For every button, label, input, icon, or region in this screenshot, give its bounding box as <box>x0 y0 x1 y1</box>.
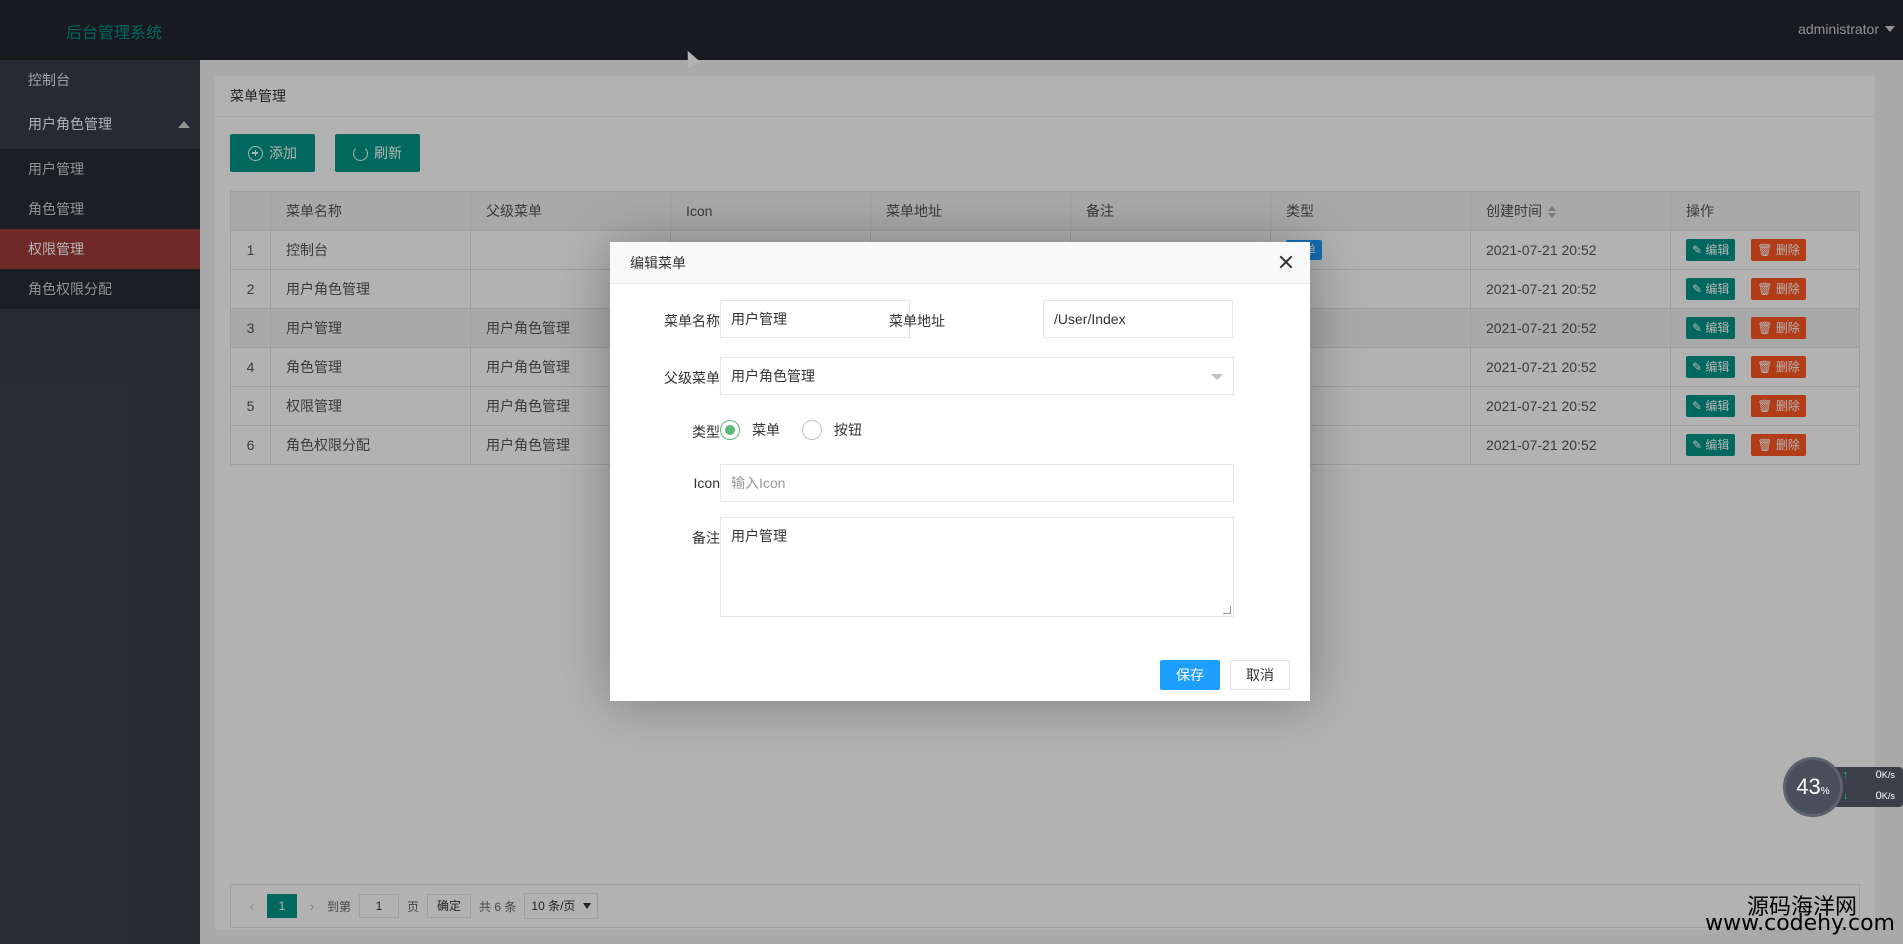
icon-input[interactable]: 输入Icon <box>720 464 1234 502</box>
percent-unit: % <box>1820 786 1830 797</box>
cancel-button[interactable]: 取消 <box>1230 660 1290 690</box>
cpu-percent-gauge: 43% <box>1783 757 1843 817</box>
parent-menu-value: 用户角色管理 <box>731 368 815 384</box>
remark-label: 备注 <box>692 530 720 546</box>
remark-value: 用户管理 <box>731 528 787 544</box>
remark-textarea[interactable]: 用户管理 <box>720 517 1234 617</box>
type-radio-menu-label: 菜单 <box>752 422 780 438</box>
upload-unit: K/s <box>1881 770 1895 780</box>
chevron-down-icon <box>1211 374 1223 380</box>
type-label: 类型 <box>692 424 720 440</box>
edit-menu-dialog: 编辑菜单 菜单名称 用户管理 菜单地址 /User/Index 父级菜单 用户角… <box>610 242 1310 701</box>
parent-menu-select[interactable]: 用户角色管理 <box>720 357 1234 395</box>
type-radio-menu[interactable]: 菜单 <box>720 420 780 440</box>
parent-menu-label: 父级菜单 <box>664 370 720 386</box>
save-button[interactable]: 保存 <box>1160 660 1220 690</box>
radio-checked-icon <box>720 420 740 440</box>
resize-handle-icon[interactable] <box>1223 606 1231 614</box>
upload-speed: ↑ 0K/s <box>1843 769 1901 781</box>
menu-url-label: 菜单地址 <box>889 313 945 329</box>
close-icon[interactable] <box>1278 254 1294 270</box>
icon-label: Icon <box>693 475 720 491</box>
menu-name-label: 菜单名称 <box>664 313 720 329</box>
radio-unchecked-icon <box>802 420 822 440</box>
dialog-title: 编辑菜单 <box>610 242 1310 284</box>
network-speed-widget[interactable]: 43% ↑ 0K/s ↓ 0K/s <box>1783 757 1903 817</box>
download-unit: K/s <box>1881 791 1895 801</box>
watermark-url: www.codehy.com <box>1705 911 1895 936</box>
cpu-percent: 43 <box>1796 774 1821 799</box>
arrow-down-icon: ↓ <box>1843 790 1849 802</box>
type-radio-button-label: 按钮 <box>834 422 862 438</box>
menu-url-input[interactable]: /User/Index <box>1043 300 1233 338</box>
arrow-up-icon: ↑ <box>1843 769 1849 781</box>
type-radio-button[interactable]: 按钮 <box>802 420 862 440</box>
download-speed: ↓ 0K/s <box>1843 790 1901 802</box>
